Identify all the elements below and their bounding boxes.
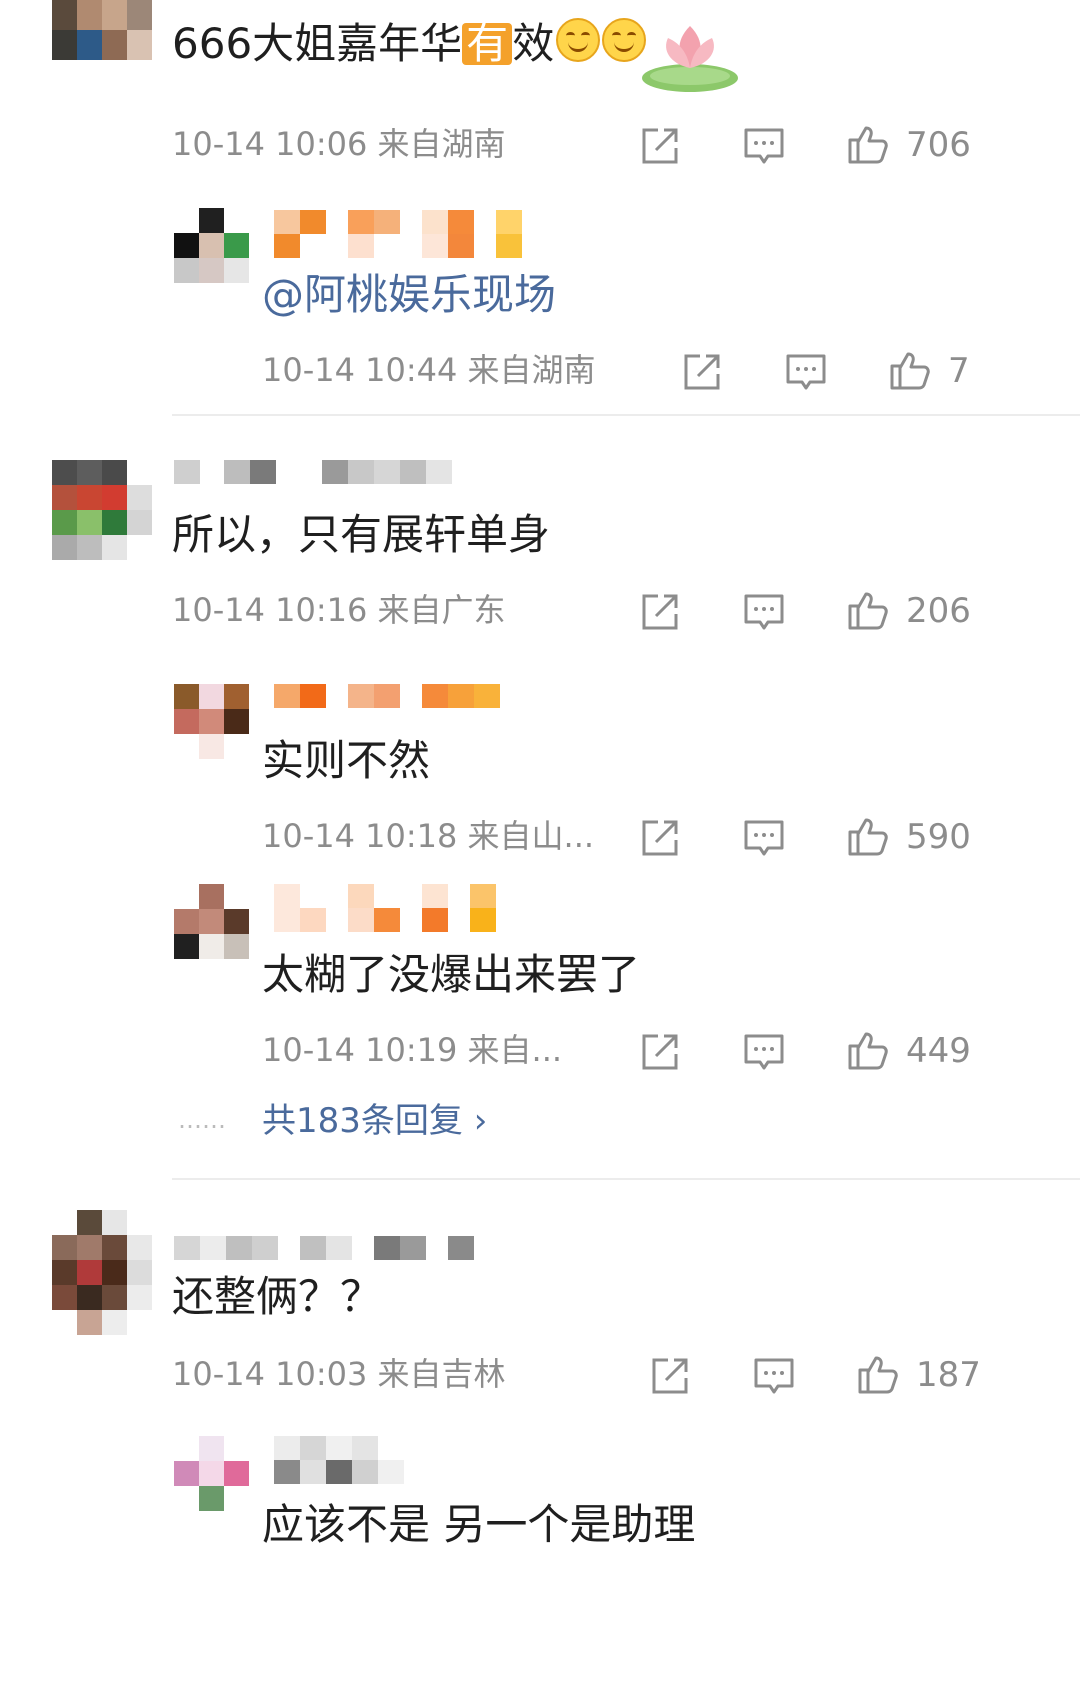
reply-avatar[interactable] [174, 684, 250, 760]
share-icon[interactable] [638, 590, 682, 634]
reply-avatar[interactable] [174, 884, 250, 960]
thumbs-up-icon[interactable] [846, 122, 890, 166]
share-icon[interactable] [638, 816, 682, 860]
like-count: 590 [906, 817, 971, 857]
thumbs-up-icon[interactable] [888, 348, 932, 392]
comment-meta: 10-14 10:16 来自广东 [172, 591, 506, 629]
reply-username-masked [274, 1460, 404, 1484]
like-count: 187 [916, 1355, 981, 1395]
share-icon[interactable] [680, 350, 724, 394]
avatar[interactable] [52, 460, 152, 560]
avatar[interactable] [52, 0, 152, 60]
reply-username-masked [274, 234, 522, 258]
reply-meta: 10-14 10:19 来自... [262, 1031, 563, 1069]
comment-icon[interactable] [742, 816, 786, 860]
share-icon[interactable] [648, 1354, 692, 1398]
reply-username-masked[interactable] [274, 1436, 378, 1460]
like-count: 449 [906, 1031, 971, 1071]
more-replies-link[interactable]: 共183条回复 › [262, 1104, 487, 1138]
comment-meta: 10-14 10:06 来自湖南 [172, 125, 506, 163]
highlight-badge: 有 [462, 23, 513, 65]
lotus-decoration-icon [640, 8, 750, 98]
reply-text: 实则不然 [262, 736, 431, 785]
comment-meta: 10-14 10:03 来自吉林 [172, 1355, 506, 1393]
reply-username-masked[interactable] [274, 884, 496, 908]
comment-text: 所以，只有展轩单身 [172, 510, 551, 559]
comment-text: 还整俩？？ [172, 1272, 383, 1321]
reply-username-masked [274, 908, 496, 932]
comment-icon[interactable] [742, 124, 786, 168]
reply-meta: 10-14 10:18 来自山... [262, 817, 595, 855]
username-masked[interactable] [174, 460, 452, 484]
reply-text: 太糊了没爆出来罢了 [262, 950, 641, 999]
divider [172, 414, 1080, 416]
reply-text: 应该不是 另一个是助理 [262, 1500, 696, 1549]
more-replies-ellipsis: …… [178, 1106, 226, 1134]
thumbs-up-icon[interactable] [846, 1028, 890, 1072]
like-count: 206 [906, 591, 971, 631]
comment-text-main: 666大姐嘉年华 [172, 19, 463, 68]
comment-icon[interactable] [742, 1030, 786, 1074]
comment-text-tail: 效 [512, 19, 555, 68]
divider [172, 1178, 1080, 1180]
like-count: 7 [948, 351, 970, 391]
reply-meta: 10-14 10:44 来自湖南 [262, 351, 596, 389]
comment-icon[interactable] [742, 590, 786, 634]
username-masked[interactable] [174, 1236, 474, 1260]
avatar[interactable] [52, 1210, 152, 1335]
reply-username-masked[interactable] [274, 684, 500, 708]
mention-link[interactable]: @阿桃娱乐现场 [262, 274, 556, 316]
comment-icon[interactable] [784, 350, 828, 394]
comment-icon[interactable] [752, 1354, 796, 1398]
thumbs-up-icon[interactable] [856, 1352, 900, 1396]
reply-username-masked[interactable] [274, 210, 522, 234]
thumbs-up-icon[interactable] [846, 588, 890, 632]
share-icon[interactable] [638, 124, 682, 168]
thumbs-up-icon[interactable] [846, 814, 890, 858]
reply-avatar[interactable] [174, 1436, 250, 1512]
smile-emoji-icon [556, 18, 601, 62]
like-count: 706 [906, 125, 971, 165]
share-icon[interactable] [638, 1030, 682, 1074]
comment-text: 666大姐嘉年华有效 [172, 18, 647, 68]
reply-avatar[interactable] [174, 208, 250, 284]
